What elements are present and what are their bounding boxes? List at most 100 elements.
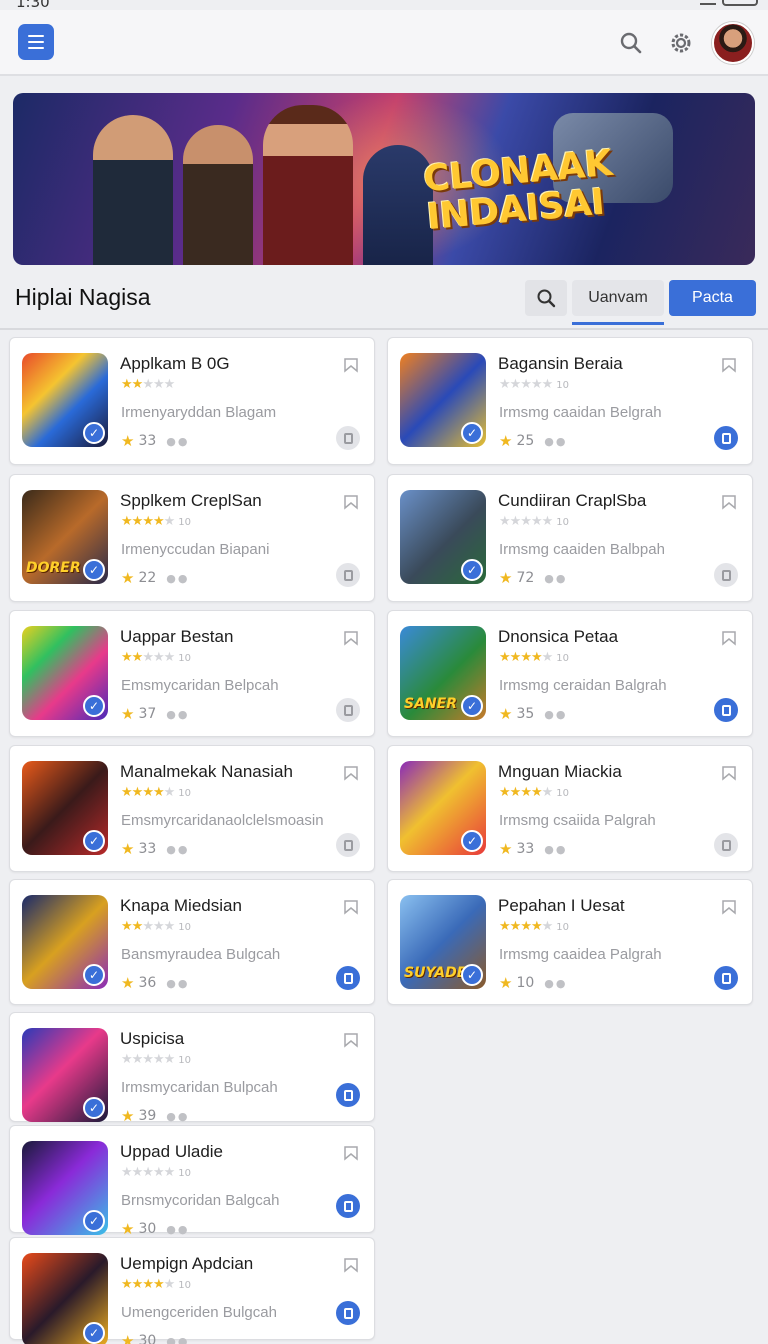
bookmark-icon[interactable] [720, 898, 738, 916]
bookmark-icon[interactable] [342, 898, 360, 916]
app-thumbnail[interactable]: DORER ✓ [22, 490, 108, 584]
install-button[interactable] [336, 966, 360, 990]
section-search-button[interactable] [525, 280, 567, 316]
search-icon[interactable] [618, 30, 644, 56]
app-card[interactable]: ✓ Knapa Miedsian ★★★★★ 10 Bansmyraudea Bulgc… [9, 879, 375, 1005]
bookmark-icon[interactable] [342, 1144, 360, 1162]
app-thumbnail[interactable]: ✓ [22, 761, 108, 855]
app-thumbnail[interactable]: SANER ✓ [400, 626, 486, 720]
install-button[interactable] [336, 833, 360, 857]
pacta-button[interactable]: Pacta [669, 280, 756, 316]
bookmark-icon[interactable] [342, 493, 360, 511]
rating-count: 10 [178, 653, 192, 664]
bookmark-icon[interactable] [342, 356, 360, 374]
star-rating: ★★★★★ 10 [499, 377, 570, 392]
app-meta: ★ 37 ●● [121, 705, 189, 723]
app-title[interactable]: Spplkem CreplSan [120, 491, 262, 511]
app-card[interactable]: ✓ Uempign Apdcian ★★★★★ 10 Umengceriden Bulg… [9, 1237, 375, 1344]
app-thumbnail[interactable]: SUYADE ✓ [400, 895, 486, 989]
app-title[interactable]: Uspicisa [120, 1029, 184, 1049]
install-button[interactable] [714, 426, 738, 450]
search-icon [537, 289, 556, 308]
user-avatar[interactable] [712, 22, 754, 64]
download-icon [343, 569, 353, 581]
install-button[interactable] [336, 426, 360, 450]
bookmark-icon[interactable] [720, 493, 738, 511]
app-title[interactable]: Bagansin Beraia [498, 354, 623, 374]
app-subtitle: Bansmyraudea Bulgcah [121, 946, 281, 963]
app-title[interactable]: Mnguan Miackia [498, 762, 622, 782]
app-card[interactable]: ✓ Manalmekak Nanasiah ★★★★★ 10 Emsmyrcaridan… [9, 745, 375, 872]
app-title[interactable]: Cundiiran CraplSba [498, 491, 646, 511]
install-button[interactable] [336, 698, 360, 722]
hero-banner[interactable]: CLONAAK INDAISAI [13, 93, 755, 265]
bookmark-icon[interactable] [720, 629, 738, 647]
install-button[interactable] [336, 1194, 360, 1218]
bookmark-icon[interactable] [342, 764, 360, 782]
star-rating: ★★★★★ 10 [499, 650, 570, 665]
meta-icons: ●● [166, 976, 190, 990]
divider [0, 328, 768, 330]
app-card[interactable]: ✓ Uappar Bestan ★★★★★ 10 Emsmycaridan Belpca… [9, 610, 375, 737]
star-rating: ★★★★★ 10 [121, 1052, 192, 1067]
meta-icons: ●● [166, 1222, 190, 1236]
install-button[interactable] [336, 1083, 360, 1107]
meta-icons: ●● [166, 434, 190, 448]
app-title[interactable]: Pepahan I Uesat [498, 896, 625, 916]
app-thumbnail[interactable]: ✓ [22, 895, 108, 989]
tab-uanvam[interactable]: Uanvam [572, 280, 664, 316]
install-button[interactable] [714, 833, 738, 857]
app-card[interactable]: SANER ✓ Dnonsica Petaa ★★★★★ 10 Irmsmg ceraid… [387, 610, 753, 737]
bookmark-icon[interactable] [342, 1256, 360, 1274]
app-card[interactable]: DORER ✓ Spplkem CreplSan ★★★★★ 10 Irmenyccuda… [9, 474, 375, 602]
app-subtitle: Irmsmycaridan Bulpcah [121, 1079, 278, 1096]
hamburger-menu-icon[interactable] [18, 24, 54, 60]
star-icon: ★ [121, 1332, 135, 1344]
bookmark-icon[interactable] [720, 764, 738, 782]
app-thumbnail[interactable]: ✓ [22, 626, 108, 720]
thumbnail-label: SANER [404, 696, 457, 712]
install-button[interactable] [714, 966, 738, 990]
rating-count: 10 [178, 1280, 192, 1291]
install-button[interactable] [336, 563, 360, 587]
app-card[interactable]: ✓ Mnguan Miackia ★★★★★ 10 Irmsmg csaiida Pal… [387, 745, 753, 872]
install-button[interactable] [714, 698, 738, 722]
app-meta: ★ 22 ●● [121, 569, 189, 587]
top-app-bar [0, 10, 768, 76]
bookmark-icon[interactable] [342, 1031, 360, 1049]
app-title[interactable]: Knapa Miedsian [120, 896, 242, 916]
meta-icons: ●● [166, 571, 190, 585]
app-title[interactable]: Manalmekak Nanasiah [120, 762, 293, 782]
meta-icons: ●● [544, 707, 568, 721]
app-card[interactable]: ✓ Bagansin Beraia ★★★★★ 10 Irmsmg caaidan Be… [387, 337, 753, 465]
star-icon: ★ [121, 974, 135, 992]
app-thumbnail[interactable]: ✓ [22, 1253, 108, 1344]
bookmark-icon[interactable] [720, 356, 738, 374]
app-title[interactable]: Uempign Apdcian [120, 1254, 253, 1274]
download-icon [343, 839, 353, 851]
install-button[interactable] [336, 1301, 360, 1325]
app-card[interactable]: ✓ Uspicisa ★★★★★ 10 Irmsmycaridan Bulpcah ★ 39… [9, 1012, 375, 1125]
download-icon [343, 704, 353, 716]
install-button[interactable] [714, 563, 738, 587]
gear-icon[interactable] [668, 30, 694, 56]
meta-icons: ●● [544, 842, 568, 856]
app-thumbnail[interactable]: ✓ [22, 1028, 108, 1122]
app-thumbnail[interactable]: ✓ [400, 761, 486, 855]
app-card[interactable]: ✓ Uppad Uladie ★★★★★ 10 Brnsmycoridan Balgca… [9, 1125, 375, 1238]
app-title[interactable]: Uappar Bestan [120, 627, 233, 647]
app-title[interactable]: Uppad Uladie [120, 1142, 223, 1162]
app-thumbnail[interactable]: ✓ [22, 353, 108, 447]
app-card[interactable]: ✓ Cundiiran CraplSba ★★★★★ 10 Irmsmg caaiden… [387, 474, 753, 602]
verified-check-icon: ✓ [83, 830, 105, 852]
bookmark-icon[interactable] [342, 629, 360, 647]
app-card[interactable]: SUYADE ✓ Pepahan I Uesat ★★★★★ 10 Irmsmg caai… [387, 879, 753, 1005]
app-card[interactable]: ✓ Applkam B 0G ★★★★★ Irmenyaryddan Blagam ★ 3… [9, 337, 375, 465]
app-thumbnail[interactable]: ✓ [22, 1141, 108, 1235]
app-thumbnail[interactable]: ✓ [400, 353, 486, 447]
app-thumbnail[interactable]: ✓ [400, 490, 486, 584]
app-title[interactable]: Applkam B 0G [120, 354, 230, 374]
star-icon: ★ [121, 432, 135, 450]
app-title[interactable]: Dnonsica Petaa [498, 627, 618, 647]
download-icon [721, 839, 731, 851]
